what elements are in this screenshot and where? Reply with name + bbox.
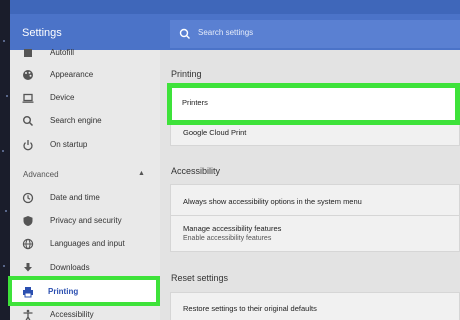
sidebar-item-label: Privacy and security [50, 216, 122, 225]
always-show-accessibility-option[interactable]: Always show accessibility options in the… [183, 197, 362, 206]
accessibility-card: Always show accessibility options in the… [170, 184, 460, 252]
window-edge [0, 0, 10, 320]
sidebar-item-privacy[interactable]: Privacy and security [10, 210, 160, 232]
download-icon [24, 263, 32, 272]
printers-row[interactable]: Printers [167, 83, 460, 125]
sidebar-item-date-time[interactable]: Date and time [10, 187, 160, 209]
divider [171, 215, 460, 216]
sidebar-item-languages[interactable]: Languages and input [10, 233, 160, 255]
page-title: Settings [22, 27, 62, 39]
google-cloud-print-link[interactable]: Google Cloud Print [183, 128, 246, 137]
sidebar-item-label: Autofill [50, 48, 75, 57]
reset-card: Restore settings to their original defau… [170, 292, 460, 320]
sidebar-item-device[interactable]: Device [10, 87, 160, 109]
restore-defaults-link[interactable]: Restore settings to their original defau… [183, 304, 317, 313]
globe-icon [22, 238, 34, 250]
shield-icon [23, 216, 33, 226]
manage-accessibility-description: Enable accessibility features [183, 235, 272, 242]
sidebar-item-label: Device [50, 93, 75, 102]
accessibility-icon [23, 309, 33, 320]
sidebar-item-accessibility[interactable]: Accessibility [10, 306, 160, 320]
laptop-icon [22, 93, 34, 103]
sidebar-item-autofill[interactable]: Autofill [10, 42, 160, 64]
sidebar-item-appearance[interactable]: Appearance [10, 64, 160, 86]
printer-icon [23, 287, 33, 298]
sidebar-item-label: Date and time [50, 193, 100, 202]
printers-label: Printers [182, 98, 208, 107]
sidebar-item-label: Appearance [50, 70, 94, 79]
sidebar-item-search-engine[interactable]: Search engine [10, 110, 160, 132]
search-icon [23, 116, 34, 127]
sidebar-item-printing[interactable]: Printing [8, 276, 160, 306]
sidebar-item-label: Languages and input [50, 239, 125, 248]
sidebar-item-label: Downloads [50, 263, 90, 272]
sidebar-item-label: Printing [48, 287, 79, 296]
search-settings-box[interactable]: Search settings [170, 20, 460, 48]
sidebar-advanced-toggle[interactable]: Advanced [23, 170, 59, 179]
sidebar-item-label: Accessibility [50, 310, 94, 319]
search-icon [179, 28, 190, 39]
autofill-icon [24, 49, 32, 57]
clock-icon [22, 192, 34, 204]
chevron-up-icon[interactable]: ▲ [138, 170, 145, 177]
printing-section-title: Printing [171, 69, 202, 79]
sidebar-item-label: On startup [50, 140, 88, 149]
sidebar-item-on-startup[interactable]: On startup [10, 134, 160, 156]
search-input[interactable]: Search settings [198, 28, 253, 37]
power-icon [23, 140, 33, 151]
accessibility-section-title: Accessibility [171, 166, 221, 176]
header-strip [10, 0, 460, 14]
palette-icon [23, 70, 33, 80]
sidebar-item-label: Search engine [50, 116, 102, 125]
reset-section-title: Reset settings [171, 273, 229, 283]
manage-accessibility-link[interactable]: Manage accessibility features [183, 224, 281, 233]
